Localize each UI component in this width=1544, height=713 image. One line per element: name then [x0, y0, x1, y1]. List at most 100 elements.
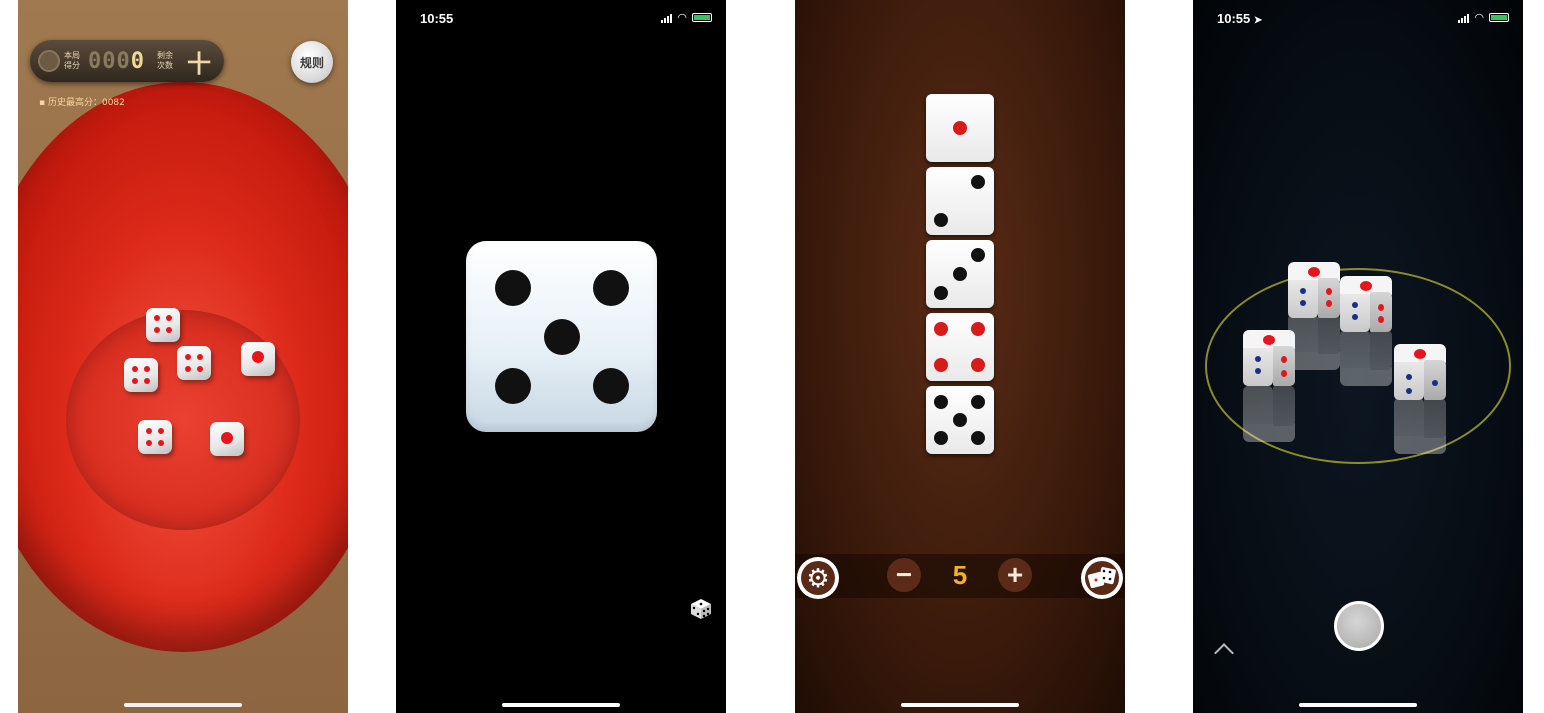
die	[177, 346, 211, 380]
pip	[252, 351, 264, 363]
die-side-face	[1318, 314, 1340, 354]
pip	[1300, 288, 1306, 294]
pip	[971, 431, 985, 445]
die-side-face	[1273, 346, 1295, 386]
screen-dice-bowl: 本局 得分 0000 剩余 次数 十 规则 ▪ 历史最高分：0082	[18, 0, 348, 713]
dice-icon[interactable]	[690, 598, 712, 620]
die-side-face	[1273, 386, 1295, 426]
home-indicator	[502, 703, 620, 707]
pip	[953, 267, 967, 281]
die-face-three	[926, 240, 994, 308]
die-side-face	[1370, 330, 1392, 370]
score-label-top: 本局	[64, 51, 80, 60]
dice-icon	[1085, 561, 1119, 595]
screen-dice-column: ⚙ − 5 +	[795, 0, 1125, 713]
ar-die-reflection	[1288, 314, 1340, 370]
pip	[144, 366, 150, 372]
ar-die	[1340, 276, 1392, 332]
pip	[953, 121, 967, 135]
decrease-button[interactable]: −	[887, 558, 921, 592]
pip	[1300, 300, 1306, 306]
ar-die-reflection	[1340, 330, 1392, 386]
pip	[146, 440, 152, 446]
score-panel: 本局 得分 0000 剩余 次数 十	[30, 40, 224, 82]
pip	[197, 366, 203, 372]
die-face-five[interactable]	[466, 241, 657, 432]
pip	[971, 358, 985, 372]
die-face-one	[926, 94, 994, 162]
pip	[1326, 288, 1332, 295]
increase-button[interactable]: +	[998, 558, 1032, 592]
pip	[197, 354, 203, 360]
remaining-label: 剩余 次数	[157, 51, 177, 71]
score-value: 0000	[88, 49, 145, 74]
pip	[971, 175, 985, 189]
remaining-label-top: 剩余	[157, 51, 173, 60]
pip	[1263, 335, 1275, 345]
pip	[971, 395, 985, 409]
best-score-text: 历史最高分：0082	[47, 98, 125, 108]
minus-icon: −	[895, 559, 913, 590]
pip	[221, 432, 233, 444]
pip	[1360, 281, 1372, 291]
rules-button-label: 规则	[299, 55, 324, 70]
pip	[495, 270, 531, 306]
home-indicator	[901, 703, 1019, 707]
pip	[934, 431, 948, 445]
status-time: 10:55	[420, 11, 454, 26]
pip	[1414, 349, 1426, 359]
status-icons: ◠	[661, 11, 712, 24]
pip	[495, 368, 531, 404]
pip	[1432, 380, 1438, 386]
die-side-face	[1318, 278, 1340, 318]
cellular-signal-icon	[1458, 13, 1470, 23]
die	[241, 342, 275, 376]
die-front-face	[1243, 348, 1273, 386]
score-digits-bright: 0	[130, 48, 145, 74]
roll-button[interactable]	[1081, 557, 1123, 599]
pip	[185, 366, 191, 372]
dice-count: 5	[952, 560, 968, 590]
battery-icon	[692, 13, 712, 22]
die	[124, 358, 158, 392]
gear-icon[interactable]	[38, 50, 60, 72]
pip	[1378, 316, 1384, 323]
pip	[158, 440, 164, 446]
pip	[1352, 314, 1358, 320]
screen-single-die: 10:55 ◠	[396, 0, 726, 713]
pip	[158, 428, 164, 434]
die-front-face	[1288, 280, 1318, 318]
ar-die-reflection	[1243, 386, 1295, 442]
pip	[185, 354, 191, 360]
location-arrow-icon: ➤	[1253, 15, 1263, 26]
chevron-up-icon[interactable]	[1214, 643, 1234, 663]
rules-button[interactable]: 规则	[291, 41, 333, 83]
pip	[1255, 356, 1261, 362]
pip	[1308, 267, 1320, 277]
wifi-icon: ◠	[677, 12, 687, 24]
score-label: 本局 得分	[64, 51, 84, 71]
score-digits-dim: 000	[88, 48, 131, 74]
pip	[934, 286, 948, 300]
pip	[1378, 304, 1384, 311]
pip	[166, 327, 172, 333]
status-time-text: 10:55	[1217, 11, 1251, 26]
best-score: ▪ 历史最高分：0082	[39, 95, 125, 108]
shutter-button[interactable]	[1334, 601, 1384, 651]
pip	[1281, 370, 1287, 377]
settings-button[interactable]: ⚙	[797, 557, 839, 599]
remaining-count: 十	[187, 50, 211, 78]
pip	[154, 327, 160, 333]
ar-die	[1394, 344, 1446, 400]
die	[210, 422, 244, 456]
screen-ar-dice: 10:55 ➤ ◠	[1193, 0, 1523, 713]
bullet-icon: ▪	[39, 98, 48, 108]
die-front-face	[1340, 330, 1370, 368]
die	[146, 308, 180, 342]
status-time: 10:55 ➤	[1217, 11, 1262, 26]
die-side-face	[1370, 292, 1392, 332]
ar-die	[1243, 330, 1295, 386]
ar-die-reflection	[1394, 398, 1446, 454]
wifi-icon: ◠	[1474, 12, 1484, 24]
pip	[934, 395, 948, 409]
